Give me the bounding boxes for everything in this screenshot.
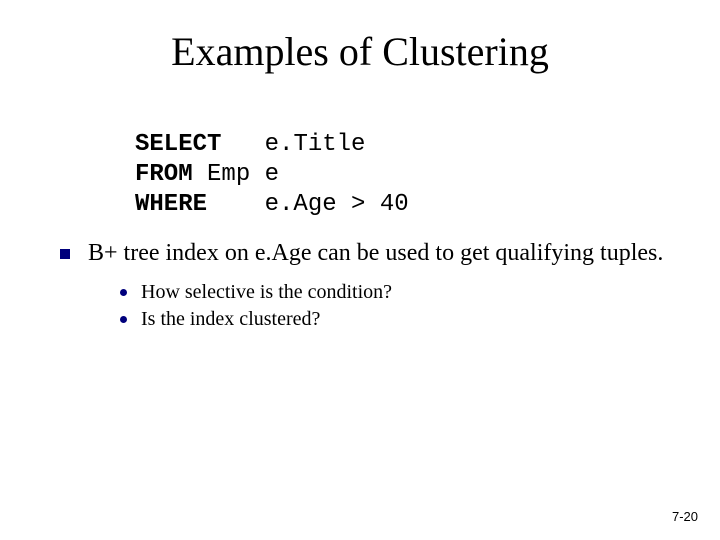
slide-body: B+ tree index on e.Age can be used to ge… [60, 238, 670, 333]
sql-keyword-from: FROM [135, 161, 193, 188]
slide: Examples of Clustering SELECT e.Title FR… [0, 0, 720, 540]
bullet-level1: B+ tree index on e.Age can be used to ge… [60, 238, 670, 269]
bullet-level2: How selective is the condition? [120, 279, 670, 306]
bullet-level1-text: B+ tree index on e.Age can be used to ge… [88, 238, 670, 269]
square-bullet-icon [60, 249, 70, 259]
sql-query: SELECT e.Title FROM Emp e WHERE e.Age > … [135, 130, 409, 220]
sql-from-expr: Emp e [207, 161, 279, 188]
bullet-level2-text: How selective is the condition? [141, 279, 392, 306]
slide-title: Examples of Clustering [0, 28, 720, 75]
page-number: 7-20 [672, 509, 698, 524]
sql-select-expr: e.Title [265, 131, 366, 158]
bullet-level2-group: How selective is the condition? Is the i… [120, 279, 670, 333]
bullet-level2: Is the index clustered? [120, 306, 670, 333]
dot-bullet-icon [120, 316, 127, 323]
dot-bullet-icon [120, 289, 127, 296]
sql-keyword-select: SELECT [135, 131, 221, 158]
bullet-level2-text: Is the index clustered? [141, 306, 320, 333]
sql-where-expr: e.Age > 40 [265, 191, 409, 218]
sql-keyword-where: WHERE [135, 191, 207, 218]
